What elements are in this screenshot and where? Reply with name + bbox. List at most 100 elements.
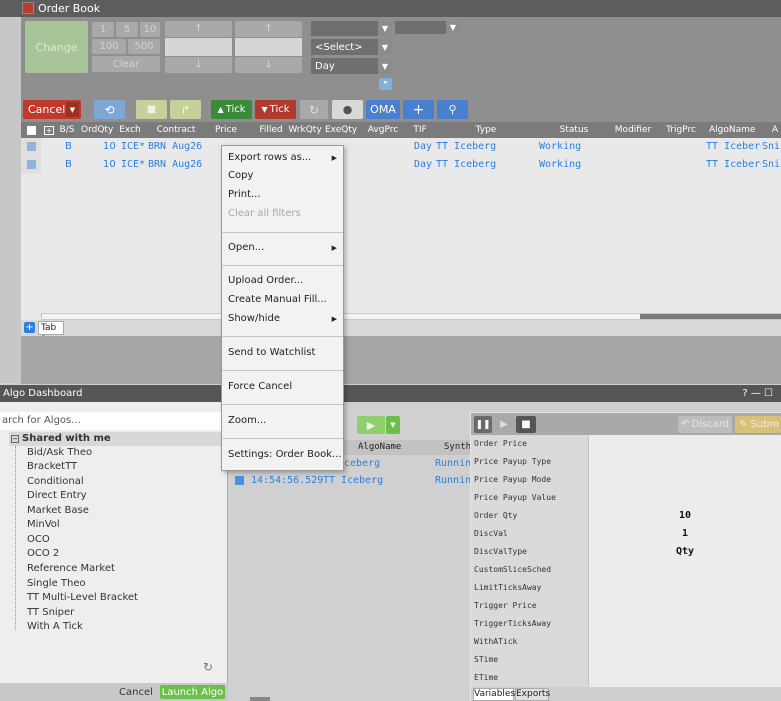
param-value[interactable]: 1 <box>589 525 781 543</box>
param-value[interactable] <box>589 669 781 687</box>
window-controls-icon[interactable]: ? — ☐ <box>742 385 773 402</box>
instances-scrollbar[interactable] <box>250 697 270 701</box>
col-a[interactable]: A <box>769 122 781 138</box>
param-value[interactable] <box>589 471 781 489</box>
param-row-discval[interactable]: DiscVal 1 <box>471 525 781 543</box>
menu-item-force-cancel[interactable]: Force Cancel <box>222 378 343 396</box>
secondary-dropdown[interactable]: ▼ <box>395 21 460 34</box>
play-icon[interactable]: ▶ <box>496 416 512 433</box>
play-icon[interactable]: ▶ <box>357 416 385 434</box>
param-row-customslicesched[interactable]: CustomSliceSched <box>471 561 781 579</box>
col-instance-algoname[interactable]: AlgoName <box>358 442 401 452</box>
param-value[interactable] <box>589 615 781 633</box>
menu-item-create-manual-fill[interactable]: Create Manual Fill... <box>222 291 343 309</box>
algo-item-minvol[interactable]: MinVol <box>27 518 60 532</box>
algo-search-input[interactable]: arch for Algos... <box>0 412 228 430</box>
param-row-withatick[interactable]: WithATick <box>471 633 781 651</box>
scrollbar-thumb[interactable] <box>640 314 781 319</box>
param-value[interactable] <box>589 435 781 453</box>
instance-checkbox[interactable] <box>235 476 244 485</box>
param-value[interactable] <box>589 633 781 651</box>
submit-button[interactable]: ✎ Subm <box>735 416 781 433</box>
down-tick-button[interactable]: ▼ Tick <box>255 100 296 119</box>
table-row[interactable]: 14:54:56.529 TT Iceberg Runnin <box>228 473 471 489</box>
algo-item-direct-entry[interactable]: Direct Entry <box>27 489 87 503</box>
price-down-arrow-icon[interactable]: 🡓 <box>165 57 232 73</box>
menu-item-upload-order[interactable]: Upload Order... <box>222 272 343 290</box>
col-contract[interactable]: Contract <box>149 122 203 138</box>
algo-item-bid-ask-theo[interactable]: Bid/Ask Theo <box>27 446 92 460</box>
col-type[interactable]: Type <box>461 122 511 138</box>
param-value[interactable] <box>589 561 781 579</box>
table-row[interactable]: B 10 ICE* BRN Aug26 Day TT Iceberg Worki… <box>21 156 781 174</box>
cancel-orders-button[interactable]: Cancel ▼ <box>23 100 81 119</box>
up-tick-button[interactable]: ▲ Tick <box>211 100 252 119</box>
algo-item-oco[interactable]: OCO <box>27 533 50 547</box>
param-value[interactable] <box>589 489 781 507</box>
col-exeqty[interactable]: ExeQty <box>325 122 357 138</box>
refresh-icon[interactable]: ↻ <box>300 100 328 119</box>
algo-item-brackettt[interactable]: BracketTT <box>27 460 77 474</box>
pause-icon[interactable]: ❚❚ <box>474 416 492 433</box>
param-row-order-qty[interactable]: Order Qty 10 <box>471 507 781 525</box>
account-dropdown[interactable]: ▼ <box>311 21 392 36</box>
param-row-order-price[interactable]: Order Price <box>471 435 781 453</box>
param-value[interactable] <box>589 597 781 615</box>
param-row-price-payup-type[interactable]: Price Payup Type <box>471 453 781 471</box>
add-tab-icon[interactable]: + <box>24 322 35 333</box>
param-row-triggerticksaway[interactable]: TriggerTicksAway <box>471 615 781 633</box>
launch-algo-button[interactable]: Launch Algo <box>160 685 225 699</box>
menu-item-print[interactable]: Print... <box>222 186 343 204</box>
trigger-up-arrow-icon[interactable]: 🡑 <box>235 21 302 37</box>
algo-item-market-base[interactable]: Market Base <box>27 504 89 518</box>
menu-item-send-to-watchlist[interactable]: Send to Watchlist <box>222 344 343 362</box>
param-row-trigger-price[interactable]: Trigger Price <box>471 597 781 615</box>
collapse-icon[interactable]: − <box>11 435 19 443</box>
order-type-select[interactable]: <Select> ▼ <box>311 39 392 55</box>
param-row-price-payup-value[interactable]: Price Payup Value <box>471 489 781 507</box>
oma-button[interactable]: OMA <box>366 100 400 119</box>
tab-exports[interactable]: Exports <box>515 688 550 701</box>
col-filled[interactable]: Filled <box>255 122 287 138</box>
algo-item-single-theo[interactable]: Single Theo <box>27 577 86 591</box>
chevron-down-icon[interactable]: ▼ <box>66 102 79 117</box>
col-exch[interactable]: Exch <box>117 122 143 138</box>
algo-item-with-a-tick[interactable]: With A Tick <box>27 620 83 634</box>
col-wrkqty[interactable]: WrkQty <box>288 122 322 138</box>
tif-select[interactable]: Day ▼ <box>311 58 392 74</box>
col-status[interactable]: Status <box>539 122 609 138</box>
trigger-down-arrow-icon[interactable]: 🡓 <box>235 57 302 73</box>
menu-item-clear-filters[interactable]: Clear all filters <box>222 205 343 223</box>
qty-5-button[interactable]: 5 <box>116 22 138 37</box>
col-algoname[interactable]: AlgoName <box>709 122 755 138</box>
param-value[interactable]: Qty <box>589 543 781 561</box>
menu-item-show-hide[interactable]: Show/hide ▶ <box>222 310 343 328</box>
discard-button[interactable]: ↶ Discard <box>678 416 732 433</box>
col-instance-synth[interactable]: Synth <box>444 442 471 452</box>
hierarchy-icon[interactable]: ⚲ <box>437 100 468 119</box>
algo-item-tt-sniper[interactable]: TT Sniper <box>27 606 74 620</box>
col-price[interactable]: Price <box>209 122 243 138</box>
qty-1-button[interactable]: 1 <box>92 22 114 37</box>
menu-item-export-rows[interactable]: Export rows as... ▶ <box>222 149 343 167</box>
user-icon[interactable]: ● <box>332 100 363 119</box>
stop-icon[interactable]: ■ <box>136 100 167 119</box>
stop-icon[interactable]: ■ <box>516 416 536 433</box>
history-icon[interactable]: ⟲ <box>94 100 125 119</box>
col-avgprc[interactable]: AvgPrc <box>366 122 400 138</box>
algo-group-row[interactable]: − Shared with me <box>9 432 228 446</box>
forward-icon[interactable]: ↱ <box>170 100 201 119</box>
expand-icon[interactable]: ❞ <box>379 78 392 90</box>
trigger-price-input[interactable] <box>235 38 302 56</box>
menu-item-copy[interactable]: Copy <box>222 167 343 185</box>
add-icon[interactable]: + <box>403 100 434 119</box>
cancel-button[interactable]: Cancel <box>117 685 155 699</box>
col-bs[interactable]: B/S <box>58 122 76 138</box>
select-all-checkbox[interactable] <box>27 126 36 135</box>
param-row-price-payup-mode[interactable]: Price Payup Mode <box>471 471 781 489</box>
menu-item-settings[interactable]: Settings: Order Book... <box>222 446 343 464</box>
algo-item-tt-multi-level-bracket[interactable]: TT Multi-Level Bracket <box>27 591 138 605</box>
price-up-arrow-icon[interactable]: 🡑 <box>165 21 232 37</box>
param-value[interactable]: 10 <box>589 507 781 525</box>
refresh-icon[interactable]: ↻ <box>203 660 213 674</box>
